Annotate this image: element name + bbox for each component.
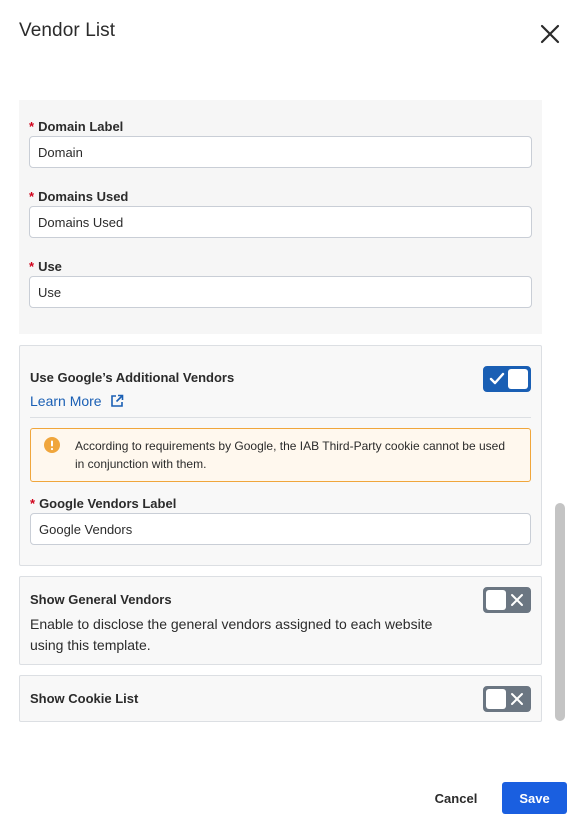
general-vendors-description: Enable to disclose the general vendors a… xyxy=(30,616,433,653)
google-vendors-label-label: * Google Vendors Label xyxy=(30,496,177,511)
toggle-knob xyxy=(508,369,528,389)
domains-used-label: * Domains Used xyxy=(29,189,129,204)
general-vendors-toggle[interactable] xyxy=(483,587,531,613)
use-input[interactable]: Use xyxy=(29,276,532,308)
external-link-icon xyxy=(110,394,123,407)
toggle-knob xyxy=(486,590,506,610)
learn-more-link[interactable]: Learn More xyxy=(30,393,124,409)
divider xyxy=(30,417,531,418)
warning-text: According to requirements by Google, the… xyxy=(75,439,506,471)
domain-label-input[interactable]: Domain xyxy=(29,136,532,168)
dialog-body[interactable]: * Domain Label Domain * Domains Used Domai… xyxy=(0,100,587,723)
dialog-footer: Cancel Save xyxy=(0,770,587,833)
close-button[interactable] xyxy=(537,21,563,47)
general-vendors-card: Show General Vendors Enable to disclose … xyxy=(19,576,542,665)
google-vendors-card: Use Google’s Additional Vendors Learn Mo… xyxy=(19,345,542,566)
x-icon xyxy=(511,693,523,705)
required-mark: * xyxy=(29,189,35,204)
domains-used-input[interactable]: Domains Used xyxy=(29,206,532,238)
required-mark: * xyxy=(29,259,35,274)
domain-label-label: * Domain Label xyxy=(29,119,124,134)
warning-alert: According to requirements by Google, the… xyxy=(30,428,531,482)
learn-more-label: Learn More xyxy=(30,393,102,409)
save-button[interactable]: Save xyxy=(502,782,567,814)
cookie-list-title: Show Cookie List xyxy=(30,691,139,706)
google-vendors-toggle[interactable] xyxy=(483,366,531,392)
check-icon xyxy=(489,372,505,385)
dialog-header: Vendor List xyxy=(0,0,587,100)
x-icon xyxy=(511,594,523,606)
use-label: * Use xyxy=(29,259,62,274)
warning-icon xyxy=(44,437,60,453)
toggle-knob xyxy=(486,689,506,709)
close-icon xyxy=(540,24,560,44)
general-vendors-title: Show General Vendors xyxy=(30,592,172,607)
required-mark: * xyxy=(30,496,36,511)
required-mark: * xyxy=(29,119,35,134)
google-vendors-title: Use Google’s Additional Vendors xyxy=(30,370,235,385)
cookie-list-card: Show Cookie List xyxy=(19,675,542,722)
scrollbar-thumb[interactable] xyxy=(555,503,565,721)
cookie-list-toggle[interactable] xyxy=(483,686,531,712)
google-vendors-label-input[interactable]: Google Vendors xyxy=(30,513,531,545)
fields-panel: * Domain Label Domain * Domains Used Domai… xyxy=(19,100,542,334)
dialog-title: Vendor List xyxy=(19,20,116,41)
cancel-button[interactable]: Cancel xyxy=(419,783,493,813)
